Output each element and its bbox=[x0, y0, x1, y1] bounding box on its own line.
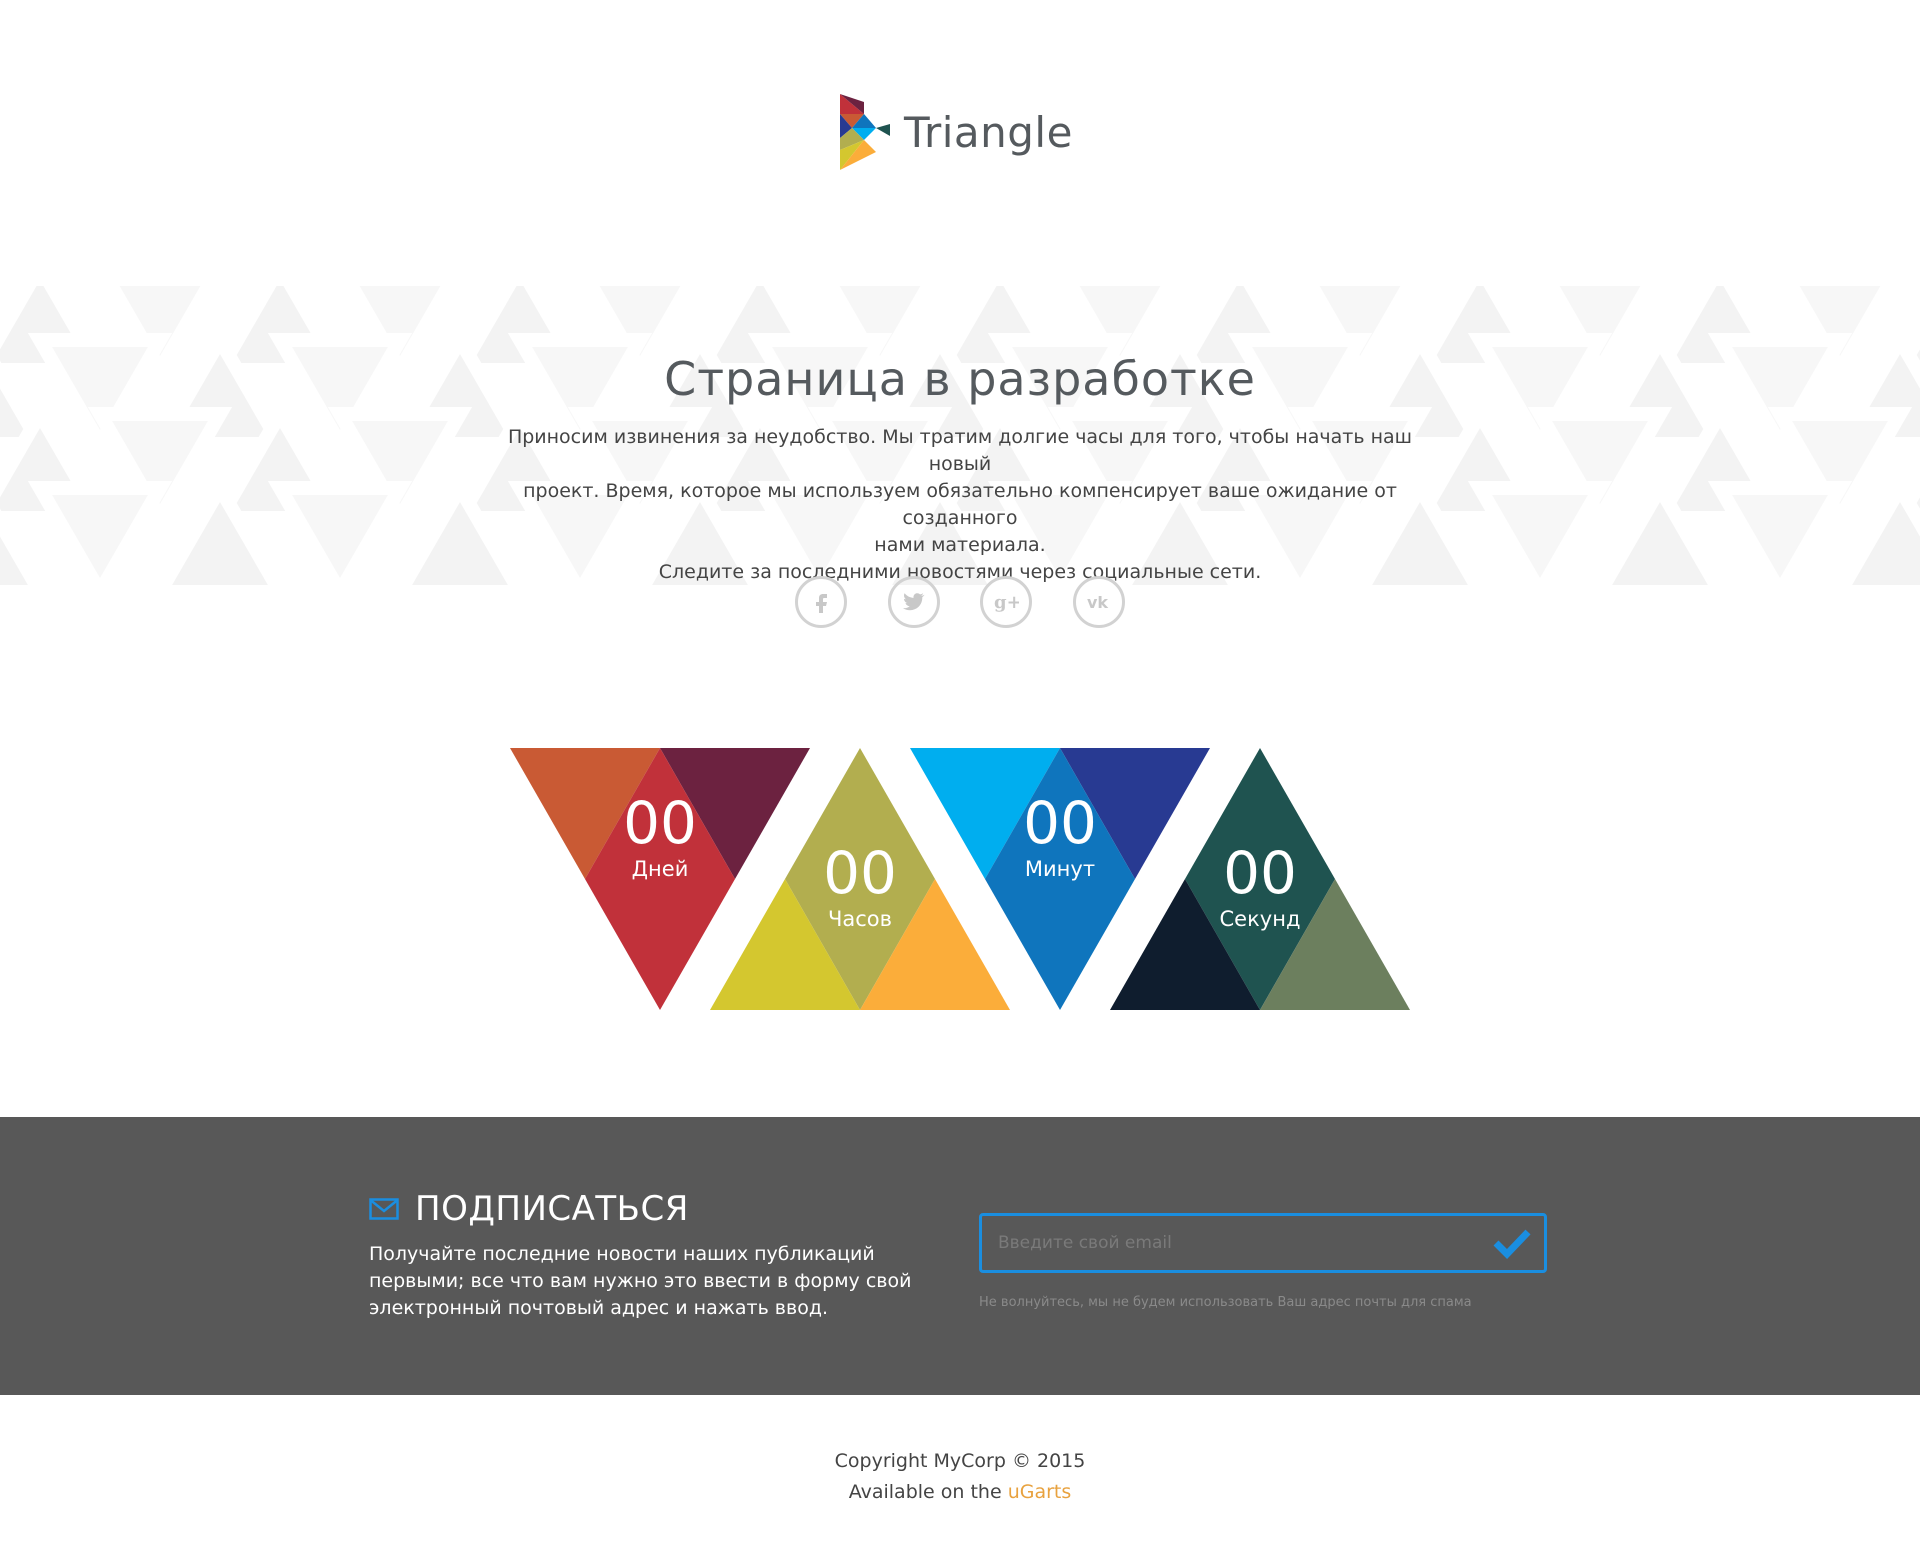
brand-name: Triangle bbox=[904, 107, 1073, 157]
countdown-days: 00 Дней bbox=[580, 792, 740, 882]
social-links: g+ vk bbox=[795, 576, 1125, 628]
hero-line: нами материала. bbox=[874, 534, 1046, 556]
minutes-value: 00 bbox=[1023, 789, 1097, 857]
footer: Copyright MyCorp © 2015 Available on the… bbox=[0, 1446, 1920, 1508]
seconds-label: Секунд bbox=[1219, 907, 1301, 931]
ugarts-link[interactable]: uGarts bbox=[1008, 1481, 1072, 1503]
email-form bbox=[979, 1213, 1547, 1273]
pattern-triangle bbox=[267, 481, 413, 598]
countdown-seconds: 00 Секунд bbox=[1180, 842, 1340, 932]
pattern-triangle bbox=[1707, 481, 1853, 598]
days-value: 00 bbox=[623, 789, 697, 857]
available-prefix: Available on the bbox=[848, 1481, 1002, 1503]
facebook-icon[interactable] bbox=[795, 576, 847, 628]
svg-text:g+: g+ bbox=[994, 592, 1019, 613]
vk-icon[interactable]: vk bbox=[1072, 576, 1125, 628]
countdown: 00 Дней 00 Часов 00 Минут 00 Секунд bbox=[500, 748, 1420, 1014]
page-title: Страница в разработке bbox=[664, 352, 1256, 406]
submit-button[interactable] bbox=[1490, 1223, 1534, 1263]
twitter-icon[interactable] bbox=[887, 576, 940, 628]
logo[interactable]: Triangle bbox=[838, 94, 1082, 170]
countdown-minutes: 00 Минут bbox=[980, 792, 1140, 882]
copyright-text: Copyright MyCorp © 2015 bbox=[834, 1450, 1086, 1472]
pattern-triangle bbox=[1467, 481, 1613, 598]
seconds-value: 00 bbox=[1223, 839, 1297, 907]
minutes-label: Минут bbox=[1024, 857, 1096, 881]
countdown-hours: 00 Часов bbox=[780, 842, 940, 932]
subscribe-heading: ПОДПИСАТЬСЯ bbox=[415, 1189, 689, 1229]
subscribe-title: ПОДПИСАТЬСЯ bbox=[369, 1189, 689, 1229]
checkmark-icon bbox=[1493, 1229, 1531, 1259]
email-input[interactable] bbox=[998, 1216, 1468, 1270]
subscribe-description: Получайте последние новости наших публик… bbox=[369, 1243, 912, 1319]
subscribe-section: ПОДПИСАТЬСЯ Получайте последние новости … bbox=[0, 1117, 1920, 1395]
hero-line: проект. Время, которое мы используем обя… bbox=[523, 480, 1397, 529]
spam-note: Не волнуйтесь, мы не будем использовать … bbox=[979, 1295, 1472, 1310]
pattern-triangle bbox=[27, 481, 173, 598]
hours-value: 00 bbox=[823, 839, 897, 907]
triangle-logo-icon bbox=[840, 94, 890, 170]
hero-description: Приносим извинения за неудобство. Мы тра… bbox=[490, 424, 1430, 586]
mail-icon bbox=[369, 1198, 399, 1220]
available-line: Available on the uGarts bbox=[0, 1477, 1920, 1508]
svg-text:vk: vk bbox=[1087, 593, 1108, 611]
hero-line: Приносим извинения за неудобство. Мы тра… bbox=[507, 426, 1413, 475]
hours-label: Часов bbox=[827, 907, 893, 931]
days-label: Дней bbox=[631, 857, 689, 881]
google-plus-icon[interactable]: g+ bbox=[980, 576, 1033, 628]
